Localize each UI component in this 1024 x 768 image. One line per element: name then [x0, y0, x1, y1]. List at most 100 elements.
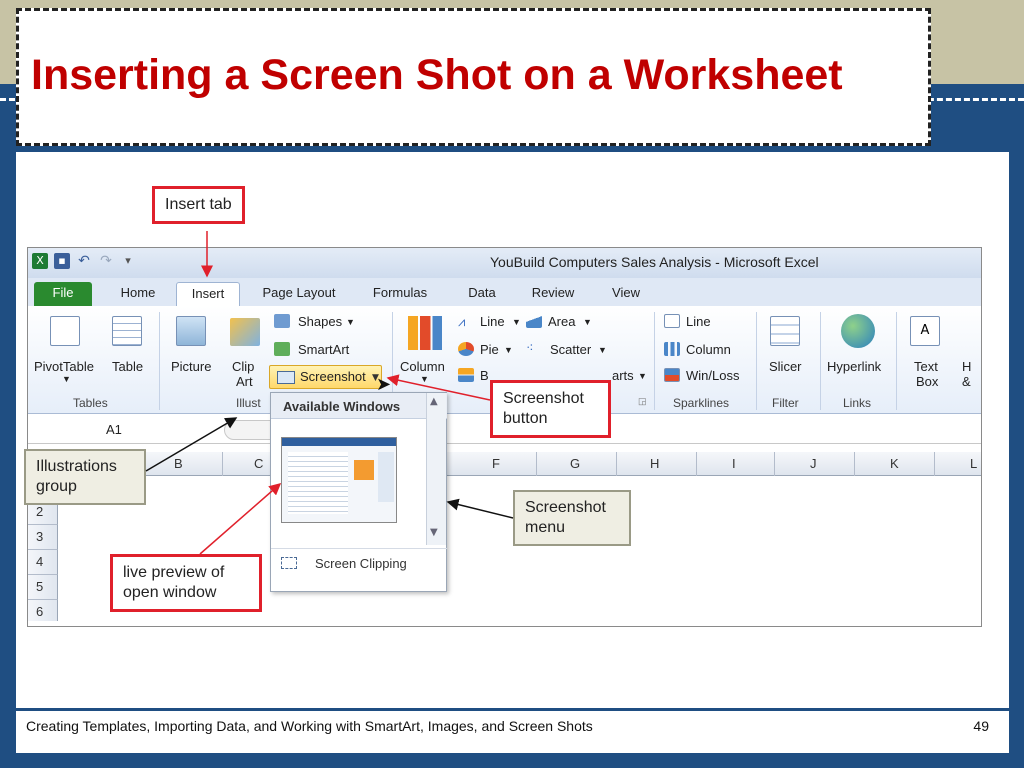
- area-chart-dropdown-icon[interactable]: ▼: [583, 317, 592, 327]
- sparkline-line-button[interactable]: Line: [686, 314, 711, 329]
- quick-access-toolbar: X ▪ ↶ ↷ ▾: [32, 253, 136, 269]
- customize-qat-icon[interactable]: ▾: [120, 253, 136, 269]
- sparkline-column-icon: [664, 342, 680, 356]
- insert-tab-callout: Insert tab: [152, 186, 245, 224]
- header-footer-button[interactable]: H: [962, 359, 971, 374]
- scroll-down-icon[interactable]: ▼: [430, 527, 438, 538]
- column-header-row: B C F G H I J K L: [28, 452, 981, 476]
- menu-scrollbar[interactable]: ▲ ▼: [426, 393, 446, 545]
- other-charts-button[interactable]: arts: [612, 368, 634, 383]
- column-header-f[interactable]: F: [492, 456, 500, 471]
- area-chart-button[interactable]: Area: [548, 314, 575, 329]
- screenshot-button-callout: Screenshot button: [490, 380, 611, 438]
- picture-icon: [176, 316, 206, 346]
- tab-formulas[interactable]: Formulas: [364, 282, 436, 306]
- column-header-l[interactable]: L: [970, 456, 977, 471]
- sparkline-column-button[interactable]: Column: [686, 342, 731, 357]
- smartart-button[interactable]: SmartArt: [298, 342, 349, 357]
- column-chart-button[interactable]: Column: [400, 359, 445, 374]
- clip-art-button[interactable]: Clip: [232, 359, 254, 374]
- row-header-4[interactable]: 4: [28, 550, 58, 575]
- tab-home[interactable]: Home: [110, 282, 166, 306]
- live-preview-callout-line1: live preview of: [123, 564, 225, 581]
- scatter-chart-icon: ⁖: [526, 340, 534, 355]
- screenshot-icon: [277, 371, 295, 384]
- column-chart-dropdown-icon[interactable]: ▼: [420, 374, 429, 384]
- row-header-3[interactable]: 3: [28, 525, 58, 550]
- name-box[interactable]: A1: [106, 422, 122, 437]
- text-box-button-line2: Box: [916, 374, 939, 389]
- column-header-i[interactable]: I: [732, 456, 736, 471]
- screenshot-menu-callout-line2: menu: [525, 519, 566, 536]
- smartart-icon: [274, 342, 290, 356]
- scatter-chart-button[interactable]: Scatter: [550, 342, 591, 357]
- screen-clipping-icon: [281, 557, 297, 569]
- hyperlink-button[interactable]: Hyperlink: [827, 359, 881, 374]
- screen-clipping-item[interactable]: Screen Clipping: [271, 548, 447, 578]
- insert-tab-callout-text: Insert tab: [165, 196, 232, 213]
- tab-page-layout[interactable]: Page Layout: [254, 282, 344, 306]
- line-chart-button[interactable]: Line: [480, 314, 505, 329]
- hyperlink-icon: [841, 314, 875, 348]
- excel-app-icon[interactable]: X: [32, 253, 48, 269]
- area-chart-icon: [526, 314, 542, 328]
- tab-review[interactable]: Review: [522, 282, 584, 306]
- column-header-j[interactable]: J: [810, 456, 817, 471]
- column-header-g[interactable]: G: [570, 456, 580, 471]
- filter-group-label: Filter: [772, 396, 799, 410]
- group-separator: [820, 312, 821, 410]
- row-header-5[interactable]: 5: [28, 575, 58, 600]
- illustrations-group-callout: Illustrations group: [24, 449, 146, 505]
- thumbnail-header-bar: [282, 438, 396, 446]
- window-thumbnail[interactable]: [281, 437, 397, 523]
- slicer-button[interactable]: Slicer: [769, 359, 802, 374]
- screenshot-button[interactable]: Screenshot ▼: [269, 365, 382, 389]
- sparkline-line-icon: [664, 314, 680, 328]
- slicer-icon: [770, 316, 800, 346]
- picture-button[interactable]: Picture: [171, 359, 211, 374]
- thumbnail-image: [354, 460, 374, 480]
- text-box-button[interactable]: Text: [914, 359, 938, 374]
- clip-art-icon: [230, 318, 260, 346]
- bar-chart-button[interactable]: B: [480, 368, 489, 383]
- shapes-button[interactable]: Shapes: [298, 314, 342, 329]
- column-header-k[interactable]: K: [890, 456, 899, 471]
- pivottable-button[interactable]: PivotTable: [34, 359, 94, 374]
- line-chart-dropdown-icon[interactable]: ▼: [512, 317, 521, 327]
- column-divider: [616, 452, 617, 476]
- scroll-up-icon[interactable]: ▲: [430, 396, 438, 407]
- screenshot-menu-callout-line1: Screenshot: [525, 499, 606, 516]
- live-preview-callout: live preview of open window: [110, 554, 262, 612]
- column-divider: [934, 452, 935, 476]
- tab-insert[interactable]: Insert: [176, 282, 240, 306]
- charts-dialog-launcher-icon[interactable]: ◲: [638, 396, 647, 407]
- column-divider: [774, 452, 775, 476]
- sparkline-winloss-button[interactable]: Win/Loss: [686, 368, 739, 383]
- shapes-dropdown-icon[interactable]: ▼: [346, 317, 355, 327]
- table-button[interactable]: Table: [112, 359, 143, 374]
- other-charts-dropdown-icon[interactable]: ▼: [638, 371, 647, 381]
- footer-text: Creating Templates, Importing Data, and …: [26, 718, 593, 734]
- undo-icon[interactable]: ↶: [76, 253, 92, 269]
- pivottable-dropdown-icon[interactable]: ▼: [62, 374, 71, 384]
- text-box-icon: A: [910, 316, 940, 346]
- pivottable-icon: [50, 316, 80, 346]
- tab-data[interactable]: Data: [456, 282, 508, 306]
- screenshot-menu-callout: Screenshot menu: [513, 490, 631, 546]
- tables-group-label: Tables: [73, 396, 108, 410]
- pie-chart-icon: [458, 342, 474, 356]
- pie-chart-dropdown-icon[interactable]: ▼: [504, 345, 513, 355]
- tab-file[interactable]: File: [34, 282, 92, 306]
- column-header-b[interactable]: B: [174, 456, 183, 471]
- shapes-icon: [274, 314, 290, 328]
- save-icon[interactable]: ▪: [54, 253, 70, 269]
- row-header-6[interactable]: 6: [28, 600, 58, 625]
- redo-icon[interactable]: ↷: [98, 253, 114, 269]
- scatter-chart-dropdown-icon[interactable]: ▼: [598, 345, 607, 355]
- group-separator: [654, 312, 655, 410]
- tab-view[interactable]: View: [602, 282, 650, 306]
- pie-chart-button[interactable]: Pie: [480, 342, 499, 357]
- column-header-c[interactable]: C: [254, 456, 263, 471]
- table-icon: [112, 316, 142, 346]
- column-header-h[interactable]: H: [650, 456, 659, 471]
